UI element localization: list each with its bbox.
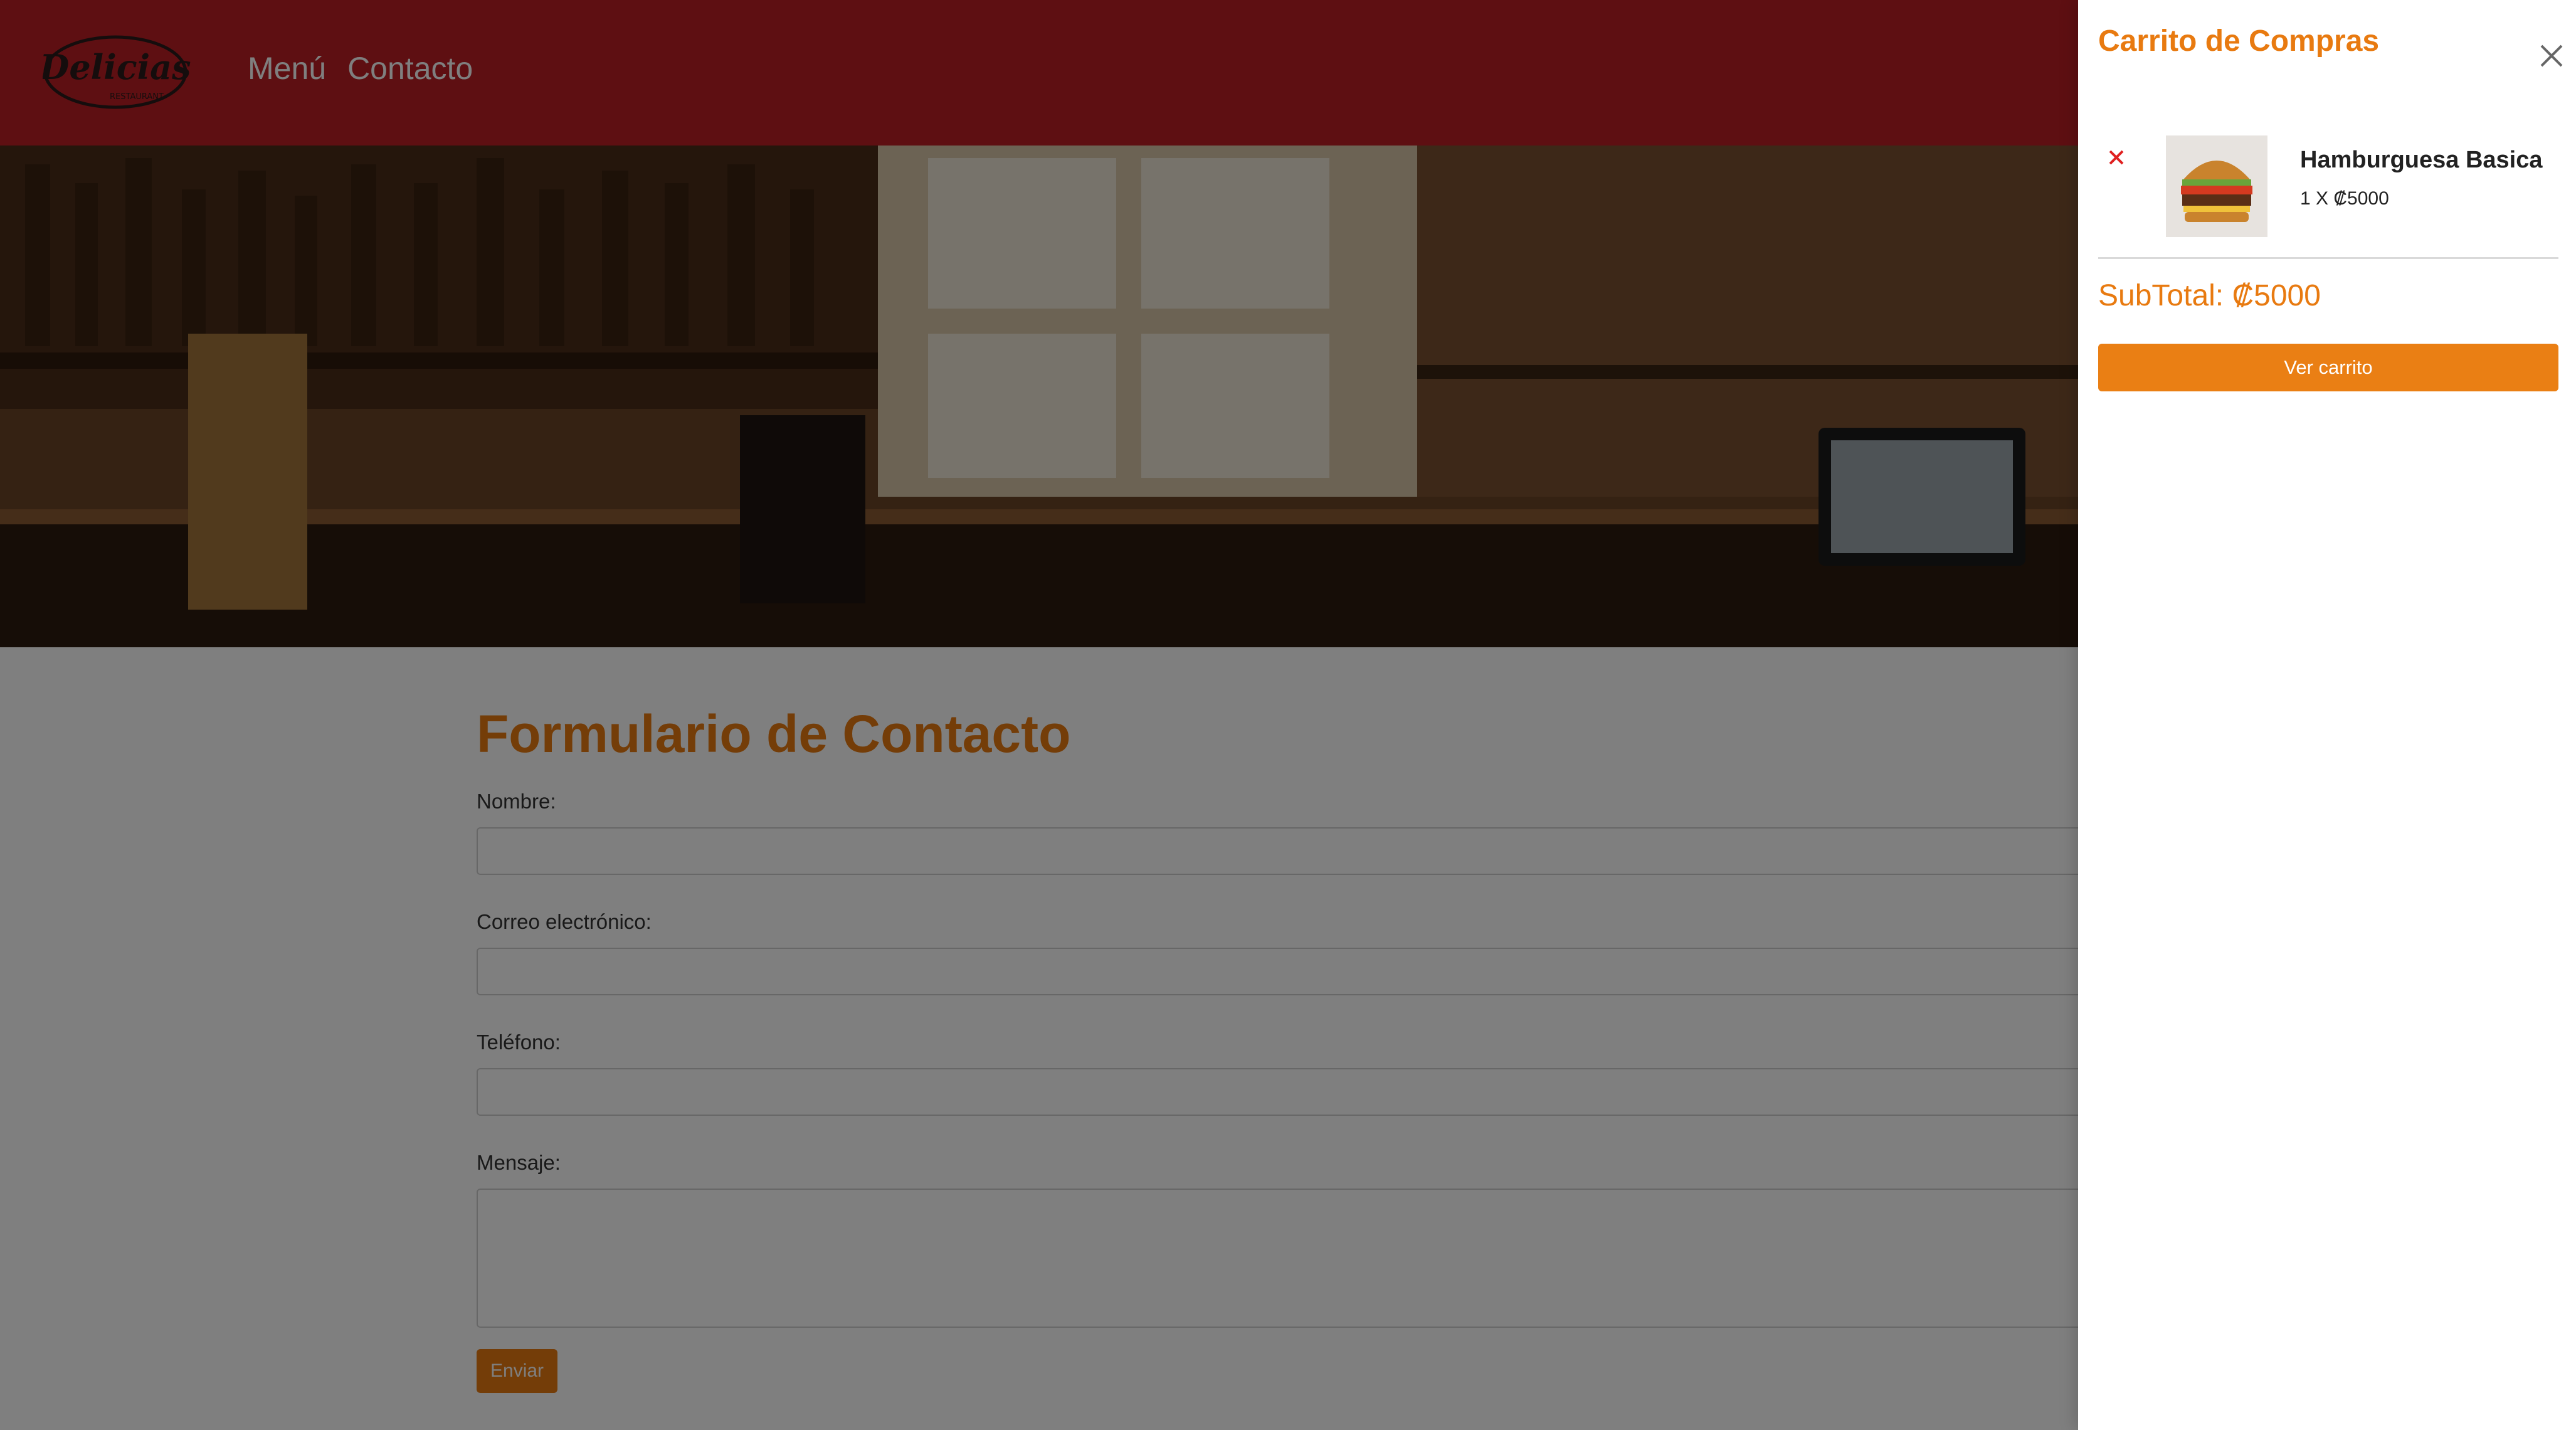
remove-icon[interactable]: [2107, 148, 2126, 167]
cart-drawer: Carrito de Compras Hamburguesa Basica 1 …: [2078, 0, 2576, 1430]
burger-image: [2166, 135, 2267, 237]
cart-item-quantity: 1 X ₡5000: [2300, 188, 2389, 209]
cart-item-name: Hamburguesa Basica: [2300, 147, 2543, 173]
cart-subtotal: SubTotal: ₡5000: [2098, 279, 2321, 312]
cart-item: Hamburguesa Basica 1 X ₡5000: [2098, 134, 2558, 259]
modal-overlay[interactable]: [0, 0, 2078, 1430]
close-icon[interactable]: [2538, 42, 2565, 70]
cart-title: Carrito de Compras: [2098, 24, 2380, 58]
view-cart-button[interactable]: Ver carrito: [2098, 344, 2558, 391]
